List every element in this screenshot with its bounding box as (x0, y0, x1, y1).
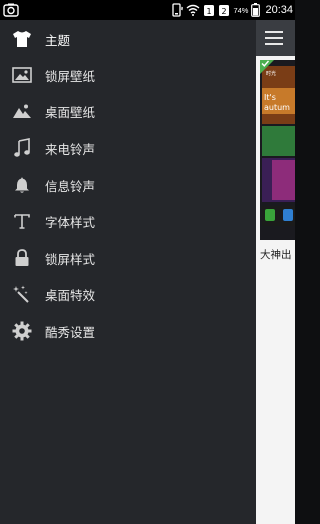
wifi-icon (187, 4, 200, 16)
phone-vibrate-icon (172, 3, 184, 17)
theme-card-caption: 大神出 (260, 249, 292, 261)
image-icon (12, 65, 32, 85)
menu-item-label: 主题 (45, 33, 71, 48)
menu-item-desktop-wallpaper[interactable]: 桌面壁纸 (0, 93, 256, 129)
menu-item-label: 信息铃声 (45, 179, 96, 194)
content-topbar (256, 20, 295, 56)
status-time: 20:34 (265, 4, 293, 16)
tshirt-icon (12, 29, 32, 49)
menu-item-ringtone[interactable]: 来电铃声 (0, 130, 256, 166)
battery-percent: 74% (233, 5, 249, 15)
theme-preview-card[interactable]: 时光 It's autum (260, 60, 295, 240)
menu-item-lockscreen-wallpaper[interactable]: 锁屏壁纸 (0, 57, 256, 93)
card-text-line1: It's (264, 93, 276, 102)
lock-icon (12, 248, 32, 268)
font-t-icon (12, 211, 32, 231)
screenshot-icon (3, 3, 19, 17)
menu-item-label: 桌面特效 (45, 288, 96, 303)
gear-icon (12, 321, 32, 341)
menu-item-lockscreen-style[interactable]: 锁屏样式 (0, 240, 256, 276)
menu-item-label: 锁屏壁纸 (45, 69, 96, 84)
checkmark-icon (261, 60, 270, 67)
status-bar: 1 2 74% 20:34 (0, 0, 295, 20)
menu-item-settings[interactable]: 酷秀设置 (0, 313, 256, 349)
menu-item-desktop-effects[interactable]: 桌面特效 (0, 276, 256, 312)
menu-item-label: 来电铃声 (45, 142, 96, 157)
menu-item-label: 字体样式 (45, 215, 96, 230)
card-text-line2: autum (264, 103, 290, 112)
music-note-icon (12, 138, 32, 158)
mountain-icon (12, 101, 32, 121)
side-drawer: 主题 锁屏壁纸 桌面壁纸 来电铃声 信息铃声 字体样式 锁屏样式 桌面特效 酷秀… (0, 20, 256, 524)
menu-item-theme[interactable]: 主题 (0, 21, 256, 57)
phone-app-icon (265, 209, 275, 221)
content-panel: 时光 It's autum 大神出 (256, 20, 295, 524)
menu-item-label: 锁屏样式 (45, 252, 96, 267)
battery-icon (251, 3, 261, 17)
magic-wand-icon (12, 284, 32, 304)
status-right: 1 2 74% 20:34 (171, 0, 293, 20)
sim1-signal-icon: 1 (204, 4, 215, 16)
sim2-signal-icon: 2 (219, 4, 230, 16)
menu-item-font-style[interactable]: 字体样式 (0, 203, 256, 239)
svg-text:2: 2 (222, 7, 227, 16)
menu-item-label: 桌面壁纸 (45, 105, 96, 120)
bell-icon (12, 175, 32, 195)
menu-item-label: 酷秀设置 (45, 325, 96, 340)
hamburger-menu-icon[interactable] (265, 31, 283, 45)
menu-item-message-tone[interactable]: 信息铃声 (0, 167, 256, 203)
svg-text:1: 1 (207, 7, 212, 16)
contacts-app-icon (283, 209, 293, 221)
